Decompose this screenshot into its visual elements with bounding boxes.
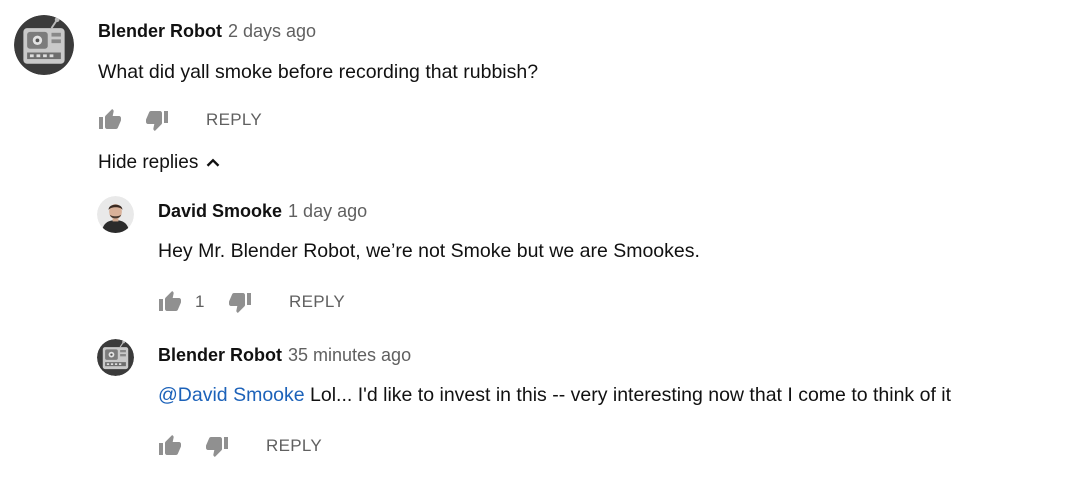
reply-button[interactable]: REPLY: [206, 110, 262, 130]
thumb-down-icon: [228, 290, 252, 314]
dislike-button[interactable]: [145, 108, 169, 132]
reply-text: Hey Mr. Blender Robot, we’re not Smoke b…: [158, 240, 700, 262]
reply-text: @David Smooke Lol... I'd like to invest …: [158, 384, 951, 407]
reply-header: Blender Robot 35 minutes ago: [158, 345, 411, 366]
reply-reply-button[interactable]: REPLY: [289, 292, 345, 312]
reply-like-button[interactable]: [158, 290, 182, 314]
chevron-up-icon: [206, 158, 220, 167]
reply-author-name[interactable]: David Smooke: [158, 201, 282, 221]
hide-replies-label: Hide replies: [98, 152, 199, 173]
hide-replies-button[interactable]: Hide replies: [98, 152, 224, 174]
comment-timestamp[interactable]: 2 days ago: [228, 21, 316, 41]
comment-author-avatar[interactable]: [14, 15, 74, 75]
comment-header: Blender Robot 2 days ago: [98, 21, 316, 42]
thumb-down-icon: [205, 434, 229, 458]
reply-like-count: 1: [195, 292, 205, 311]
reply-author-name[interactable]: Blender Robot: [158, 345, 282, 365]
reply-dislike-button[interactable]: [228, 290, 252, 314]
person-avatar-icon: [97, 196, 134, 233]
comment-text: What did yall smoke before recording tha…: [98, 61, 539, 83]
reply-reply-button[interactable]: REPLY: [266, 436, 322, 456]
reply-timestamp[interactable]: 1 day ago: [288, 201, 367, 221]
reply-like-button[interactable]: [158, 434, 182, 458]
robot-avatar-icon: [97, 339, 134, 376]
reply-header: David Smooke 1 day ago: [158, 201, 367, 222]
like-button[interactable]: [98, 108, 122, 132]
reply-dislike-button[interactable]: [205, 434, 229, 458]
robot-avatar-icon: [14, 15, 74, 75]
reply-author-avatar[interactable]: [97, 339, 134, 376]
reply-timestamp[interactable]: 35 minutes ago: [288, 345, 411, 365]
thumb-down-icon: [145, 108, 169, 132]
reply-text-body: Lol... I'd like to invest in this -- ver…: [304, 384, 952, 406]
thumb-up-icon: [158, 434, 182, 458]
thumb-up-icon: [98, 108, 122, 132]
thumb-up-icon: [158, 290, 182, 314]
reply-author-avatar[interactable]: [97, 196, 134, 233]
mention-link[interactable]: @David Smooke: [158, 384, 305, 406]
comment-author-name[interactable]: Blender Robot: [98, 21, 222, 41]
